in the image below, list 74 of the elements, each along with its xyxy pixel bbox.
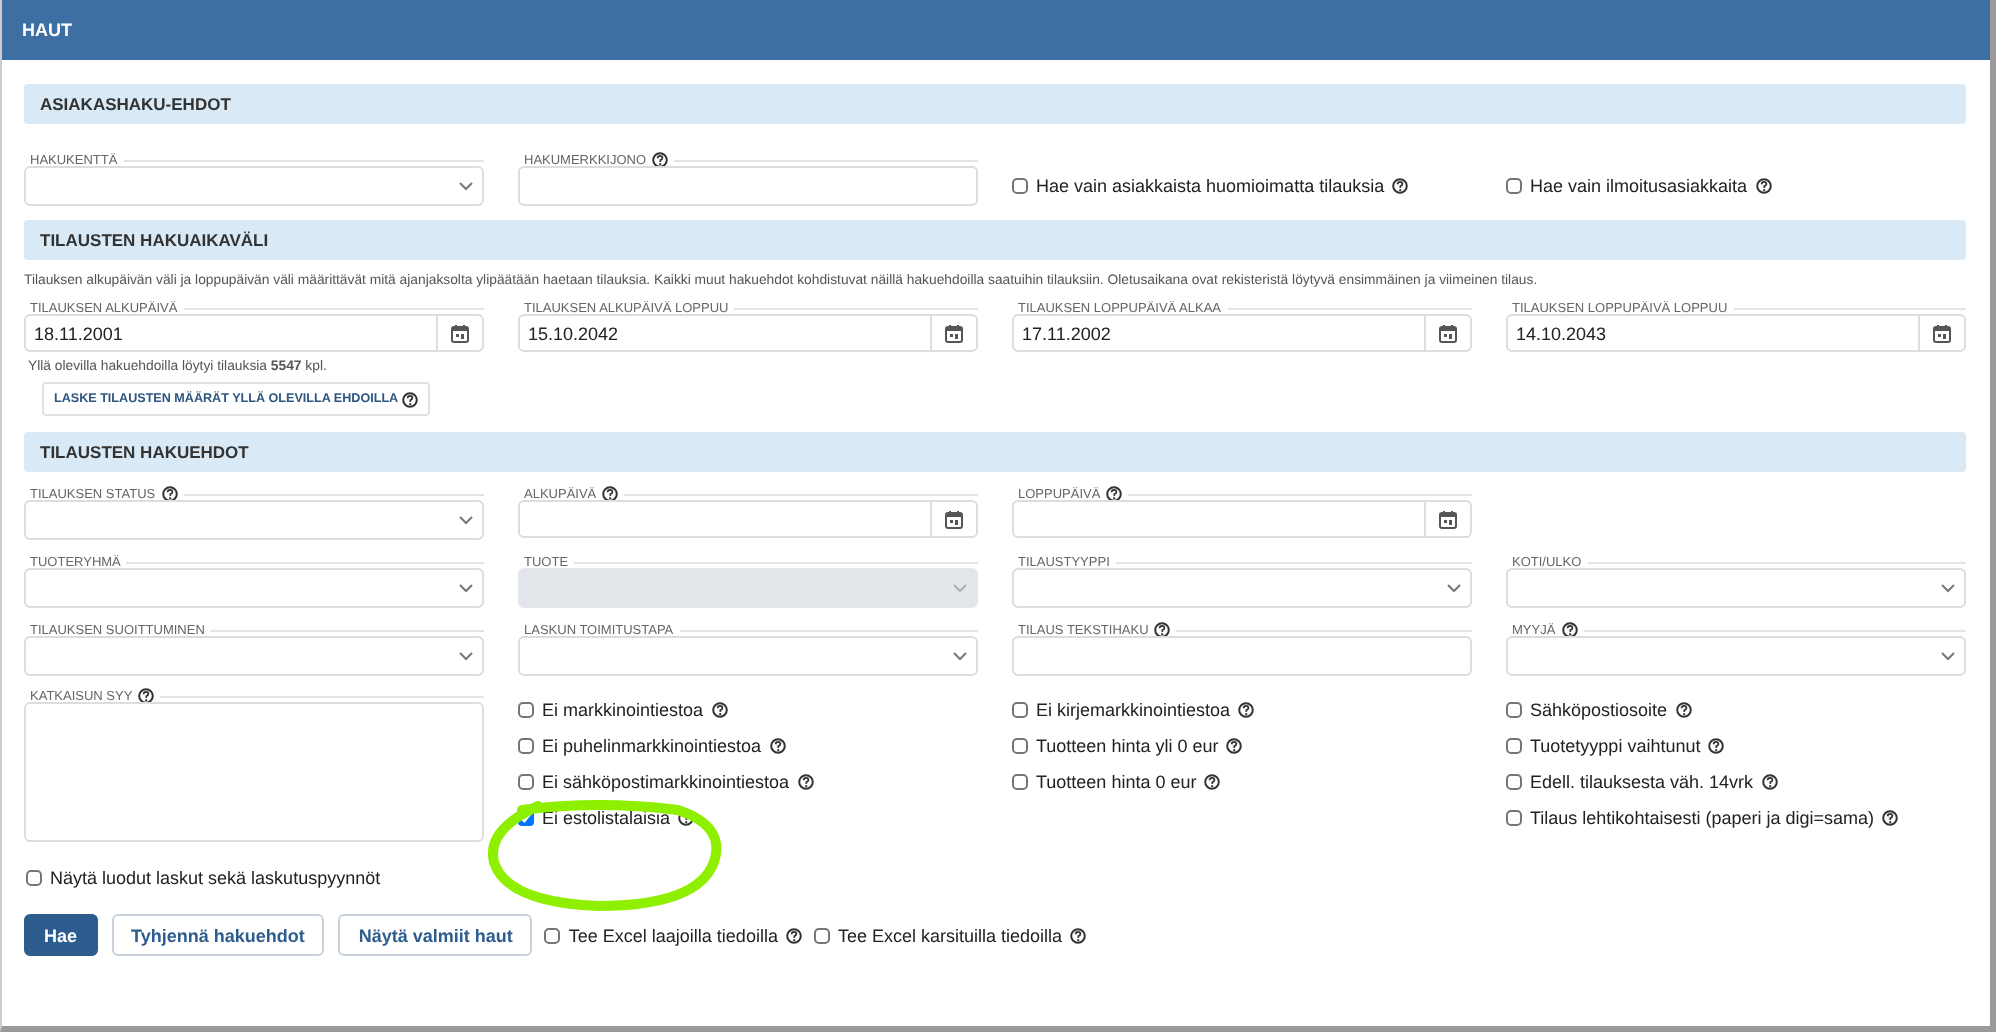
checkbox-label: Edell. tilauksesta väh. 14vrk — [1530, 772, 1754, 792]
checkbox[interactable] — [1506, 738, 1522, 754]
checkbox-label: Ei sähköpostimarkkinointiestoa — [542, 772, 790, 792]
select-field[interactable] — [24, 568, 484, 608]
checkbox-label: Sähköpostiosoite — [1530, 700, 1668, 720]
checkbox-label: Näytä luodut laskut sekä laskutuspyynnöt — [50, 868, 381, 888]
date-field[interactable] — [518, 500, 978, 538]
checkbox-label: Tuotteen hinta yli 0 eur — [1036, 736, 1219, 756]
chevron-icon — [1446, 582, 1462, 594]
checkbox-label: Ei puhelinmarkkinointiestoa — [542, 736, 762, 756]
checkbox-label: Ei markkinointiestoa — [542, 700, 704, 720]
field-value: 18.11.2001 — [32, 323, 123, 343]
checkbox-label: Tee Excel laajoilla tiedoilla — [568, 925, 778, 945]
calendar-icon — [944, 509, 964, 529]
chevron-icon — [458, 582, 474, 594]
select-field[interactable] — [1012, 568, 1472, 608]
select-field[interactable] — [24, 636, 484, 676]
select-field[interactable] — [1506, 568, 1966, 608]
chevron-icon — [1940, 650, 1956, 662]
checkbox-label: Hae vain asiakkaista huomioimatta tilauksia — [1036, 175, 1385, 195]
header-title: HAUT — [22, 20, 72, 40]
checkbox-label: Hae vain ilmoitusasiakkaita — [1530, 175, 1748, 195]
checkbox[interactable] — [1012, 177, 1028, 193]
checkbox[interactable] — [1012, 774, 1028, 790]
chevron-icon — [952, 650, 968, 662]
text-field[interactable] — [1012, 636, 1472, 676]
checkbox[interactable] — [813, 927, 830, 943]
calendar-icon — [1438, 509, 1458, 529]
checkbox[interactable] — [1506, 177, 1522, 193]
checkbox[interactable] — [1506, 702, 1522, 718]
chevron-icon — [952, 582, 968, 594]
checkbox[interactable] — [518, 774, 534, 790]
select-field[interactable] — [24, 500, 484, 540]
checkbox-label: Ei estolistalaisia — [542, 808, 671, 828]
checkbox-label: Tuotteen hinta 0 eur — [1036, 772, 1197, 792]
date-field[interactable]: 15.10.2042 — [518, 314, 978, 352]
text-field[interactable] — [518, 166, 978, 206]
chevron-icon — [1940, 582, 1956, 594]
section-heading: TILAUSTEN HAKUEHDOT — [24, 432, 1966, 472]
select-field[interactable] — [24, 166, 484, 206]
checkbox[interactable] — [1506, 810, 1522, 826]
date-field[interactable]: 17.11.2002 — [1012, 314, 1472, 352]
checkbox-label: Tee Excel karsituilla tiedoilla — [837, 925, 1063, 945]
search-button[interactable]: Hae — [24, 914, 98, 956]
action-button[interactable]: Näytä valmiit haut — [338, 914, 533, 956]
checkbox-label: Ei kirjemarkkinointiestoa — [1036, 700, 1231, 720]
date-field[interactable]: 14.10.2043 — [1506, 314, 1966, 352]
date-field[interactable] — [1012, 500, 1472, 538]
calendar-icon — [1438, 323, 1458, 343]
field-value: 15.10.2042 — [526, 323, 619, 343]
chevron-icon — [458, 514, 474, 526]
calendar-icon — [944, 323, 964, 343]
section-heading: ASIAKASHAKU-EHDOT — [24, 84, 1966, 124]
calendar-icon — [450, 323, 470, 343]
checkbox[interactable] — [518, 738, 534, 754]
section-heading: TILAUSTEN HAKUAIKAVÄLI — [24, 220, 1966, 260]
checkbox[interactable] — [518, 810, 534, 826]
checkbox[interactable] — [544, 927, 561, 943]
checkbox[interactable] — [1506, 774, 1522, 790]
checkbox[interactable] — [26, 870, 42, 886]
field-value: 17.11.2002 — [1020, 323, 1111, 343]
checkbox[interactable] — [1012, 738, 1028, 754]
chevron-icon — [458, 650, 474, 662]
select-field[interactable] — [518, 636, 978, 676]
action-button[interactable]: Tyhjennä hakuehdot — [111, 914, 325, 956]
checkbox-label: Tuotetyyppi vaihtunut — [1530, 736, 1701, 756]
select-field[interactable] — [1506, 636, 1966, 676]
checkbox[interactable] — [1012, 702, 1028, 718]
checkbox[interactable] — [518, 702, 534, 718]
chevron-icon — [458, 180, 474, 192]
calendar-icon — [1932, 323, 1952, 343]
checkbox-label: Tilaus lehtikohtaisesti (paperi ja digi=sama) — [1530, 808, 1874, 828]
date-field[interactable]: 18.11.2001 — [24, 314, 484, 352]
field-value: 14.10.2043 — [1514, 323, 1607, 343]
